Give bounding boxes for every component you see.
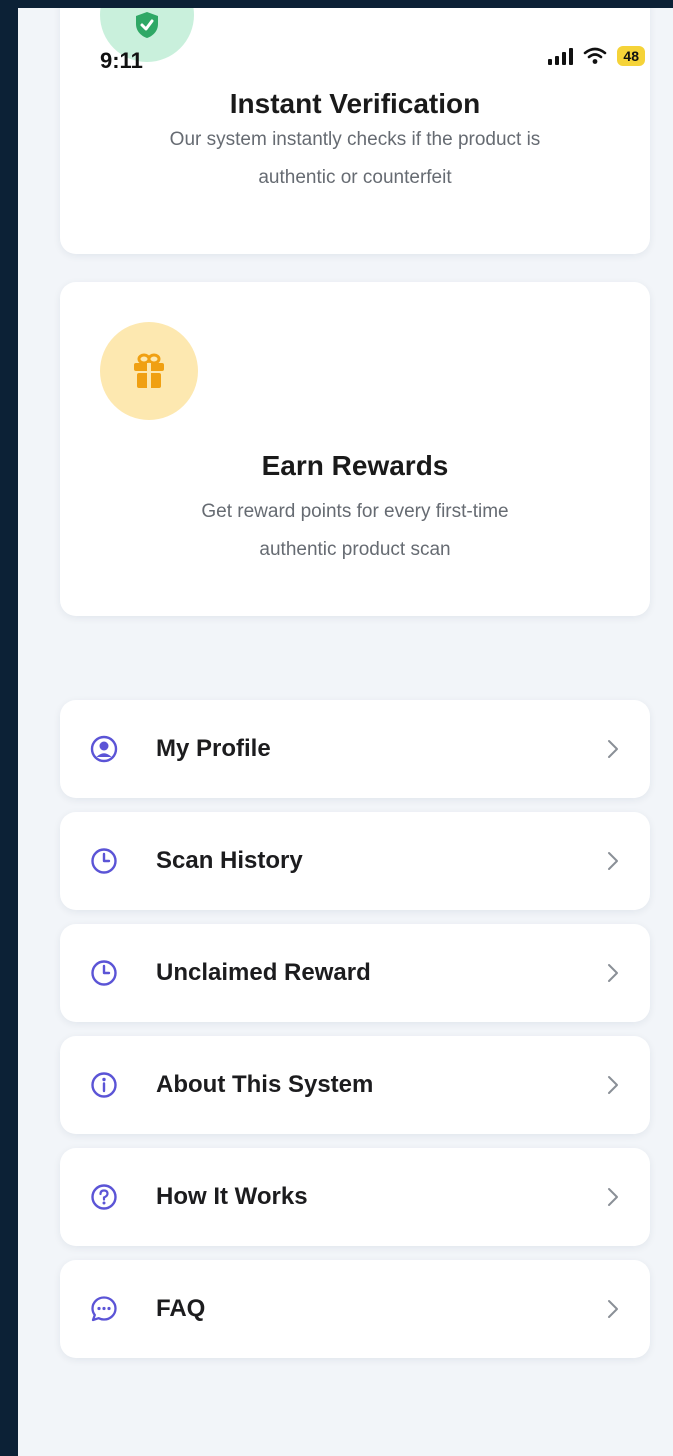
chevron-right-icon xyxy=(608,964,618,982)
clock-icon xyxy=(91,960,117,986)
chevron-right-icon xyxy=(608,1188,618,1206)
app-screen: Instant Verification Our system instantl… xyxy=(18,8,673,1456)
gift-icon-badge xyxy=(100,322,198,420)
chat-bubble-icon xyxy=(91,1296,117,1322)
menu-item-faq[interactable]: FAQ xyxy=(60,1260,650,1358)
card-description-line: Get reward points for every first-time xyxy=(201,501,509,522)
menu-item-about-this-system[interactable]: About This System xyxy=(60,1036,650,1134)
menu-list: My Profile Scan History Unclaimed Reward xyxy=(60,700,650,1372)
info-icon xyxy=(91,1072,117,1098)
menu-item-unclaimed-reward[interactable]: Unclaimed Reward xyxy=(60,924,650,1022)
chevron-right-icon xyxy=(608,852,618,870)
menu-item-scan-history[interactable]: Scan History xyxy=(60,812,650,910)
menu-item-label: FAQ xyxy=(156,1295,206,1322)
chevron-right-icon xyxy=(608,740,618,758)
battery-icon: 48 xyxy=(617,46,645,66)
clock-icon xyxy=(91,848,117,874)
card-description-line: authentic product scan xyxy=(259,539,451,560)
menu-item-how-it-works[interactable]: How It Works xyxy=(60,1148,650,1246)
card-description: Our system instantly checks if the produ… xyxy=(100,121,610,197)
user-circle-icon xyxy=(90,735,118,763)
menu-item-my-profile[interactable]: My Profile xyxy=(60,700,650,798)
card-description-line: authentic or counterfeit xyxy=(258,167,452,188)
signal-icon xyxy=(548,47,574,65)
chevron-right-icon xyxy=(608,1076,618,1094)
menu-item-label: Scan History xyxy=(156,847,303,874)
feature-card-earn-rewards: Earn Rewards Get reward points for every… xyxy=(60,282,650,616)
card-description: Get reward points for every first-time a… xyxy=(100,493,610,569)
menu-item-label: About This System xyxy=(156,1071,374,1098)
card-description-line: Our system instantly checks if the produ… xyxy=(169,129,541,150)
status-icons: 48 xyxy=(548,46,645,66)
menu-item-label: My Profile xyxy=(156,735,271,762)
gift-icon xyxy=(134,353,164,388)
menu-item-label: Unclaimed Reward xyxy=(156,959,371,986)
question-icon xyxy=(91,1184,117,1210)
menu-item-label: How It Works xyxy=(156,1183,308,1210)
card-title: Earn Rewards xyxy=(261,450,449,481)
wifi-icon xyxy=(584,47,607,64)
status-time: 9:11 xyxy=(100,48,143,73)
card-title: Instant Verification xyxy=(229,88,481,119)
status-bar: 9:11 48 xyxy=(18,8,673,73)
chevron-right-icon xyxy=(608,1300,618,1318)
